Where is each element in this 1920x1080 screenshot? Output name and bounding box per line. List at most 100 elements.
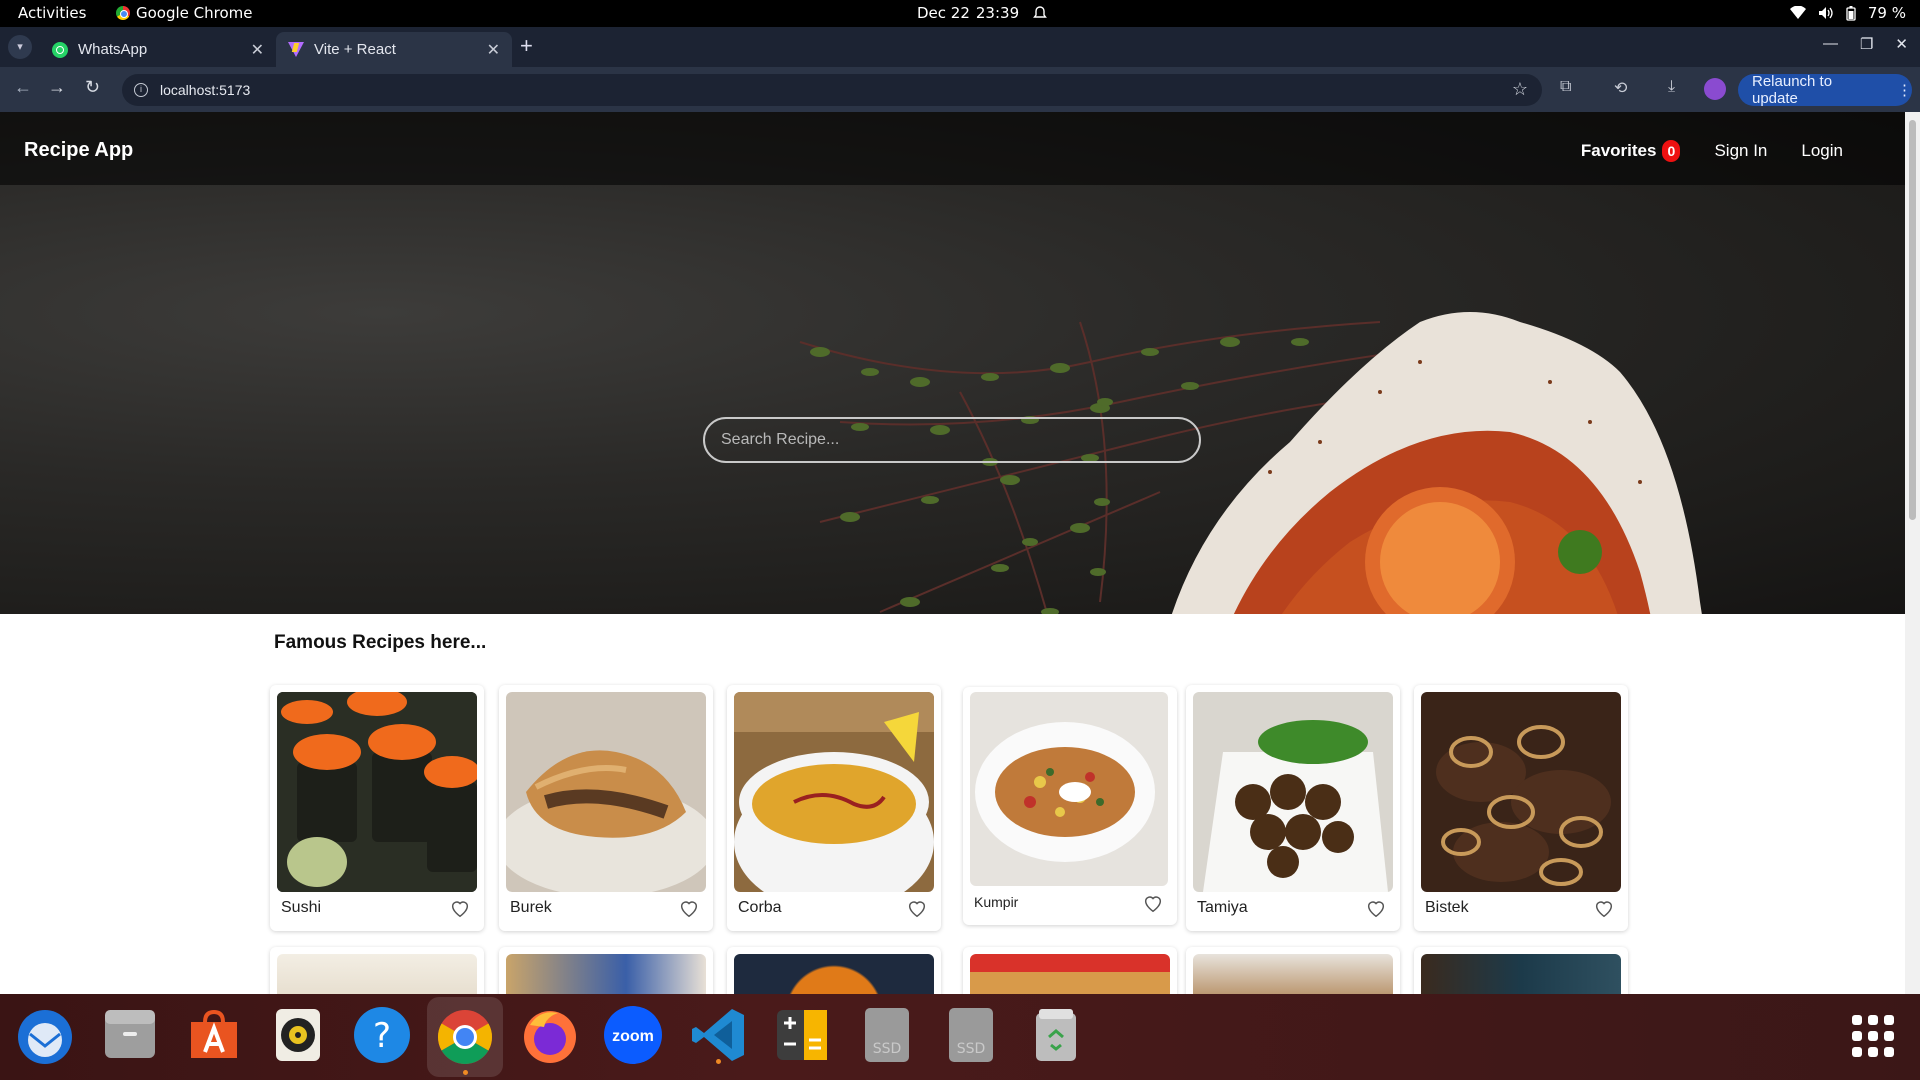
nav-links: Favorites 0 Sign In Login bbox=[1581, 140, 1843, 162]
trash-icon[interactable] bbox=[1025, 1004, 1087, 1066]
tab-strip: ▾ WhatsApp ✕ Vite + React ✕ + — ❐ ✕ bbox=[0, 27, 1920, 67]
back-icon[interactable]: ← bbox=[14, 77, 32, 98]
system-top-bar: Activities Google Chrome Dec 22 23:39 79… bbox=[0, 0, 1920, 27]
brand-logo[interactable]: Recipe App bbox=[24, 139, 133, 162]
tab-whatsapp[interactable]: WhatsApp ✕ bbox=[40, 32, 276, 67]
heart-icon[interactable] bbox=[449, 897, 471, 919]
recipe-card[interactable]: Burek bbox=[499, 685, 713, 931]
time-label: 23:39 bbox=[975, 4, 1020, 22]
calculator-icon[interactable] bbox=[771, 1004, 833, 1066]
zoom-icon[interactable]: zoom bbox=[602, 1004, 664, 1066]
dish-image bbox=[1171, 312, 1702, 614]
whatsapp-icon bbox=[52, 41, 68, 58]
bookmark-star-icon[interactable]: ☆ bbox=[1512, 79, 1528, 100]
hero-banner: Recipe App Favorites 0 Sign In Login bbox=[0, 112, 1905, 614]
zoom-label: zoom bbox=[612, 1028, 654, 1045]
page-scrollbar[interactable] bbox=[1905, 112, 1920, 994]
heart-icon[interactable] bbox=[906, 897, 928, 919]
chrome-icon bbox=[116, 6, 130, 20]
window-controls: — ❐ ✕ bbox=[1823, 35, 1908, 53]
relaunch-label: Relaunch to update bbox=[1752, 73, 1833, 107]
tab-title: WhatsApp bbox=[78, 41, 148, 58]
download-icon[interactable]: ⤓ bbox=[1668, 78, 1675, 96]
recipe-card[interactable] bbox=[1414, 947, 1628, 994]
recipe-image bbox=[1421, 954, 1621, 994]
recipe-card[interactable]: Bistek bbox=[1414, 685, 1628, 931]
close-tab-icon[interactable]: ✕ bbox=[251, 40, 264, 60]
favorites-count-badge: 0 bbox=[1662, 140, 1681, 162]
files-icon[interactable] bbox=[99, 1004, 161, 1066]
app-menu-label: Google Chrome bbox=[136, 4, 253, 22]
sign-in-link[interactable]: Sign In bbox=[1714, 141, 1767, 161]
app-center-icon[interactable] bbox=[183, 1004, 245, 1066]
heart-icon[interactable] bbox=[1142, 892, 1164, 914]
recipe-card[interactable]: Sushi bbox=[270, 685, 484, 931]
relaunch-button[interactable]: Relaunch to update ⋮ bbox=[1738, 73, 1912, 107]
history-icon[interactable]: ⟲ bbox=[1614, 78, 1627, 98]
tamiya-image bbox=[1193, 692, 1393, 892]
activities-button[interactable]: Activities bbox=[18, 4, 86, 22]
login-link[interactable]: Login bbox=[1801, 141, 1843, 161]
recipe-image bbox=[734, 954, 934, 994]
recipe-card[interactable] bbox=[727, 947, 941, 994]
help-icon[interactable]: ? bbox=[351, 1004, 413, 1066]
search-recipe-input[interactable] bbox=[703, 417, 1201, 463]
firefox-icon[interactable] bbox=[519, 1004, 581, 1066]
recipe-card[interactable] bbox=[499, 947, 713, 994]
close-tab-icon[interactable]: ✕ bbox=[487, 40, 500, 60]
show-apps-icon[interactable] bbox=[1852, 1015, 1894, 1057]
recipe-image bbox=[1193, 954, 1393, 994]
clock[interactable]: Dec 22 23:39 bbox=[917, 4, 1048, 22]
page-viewport: Recipe App Favorites 0 Sign In Login Fam… bbox=[0, 112, 1905, 994]
active-indicator bbox=[716, 1059, 721, 1064]
reload-icon[interactable]: ↻ bbox=[85, 77, 100, 98]
kumpir-image bbox=[970, 692, 1168, 886]
recipe-card[interactable]: Kumpir bbox=[963, 687, 1177, 925]
scrollbar-thumb[interactable] bbox=[1909, 120, 1916, 520]
ssd-drive-icon[interactable]: SSD bbox=[856, 1004, 918, 1066]
ssd-label: SSD bbox=[873, 1041, 902, 1057]
new-tab-button[interactable]: + bbox=[520, 35, 533, 57]
minimize-icon[interactable]: — bbox=[1823, 35, 1838, 53]
chrome-icon[interactable] bbox=[427, 997, 503, 1077]
sushi-image bbox=[277, 692, 477, 892]
recipe-card[interactable] bbox=[270, 947, 484, 994]
more-menu-icon[interactable]: ⋮ bbox=[1897, 81, 1912, 99]
extensions-icon[interactable]: ⧉ bbox=[1560, 78, 1571, 96]
heart-icon[interactable] bbox=[1365, 897, 1387, 919]
svg-text:?: ? bbox=[373, 1016, 391, 1056]
ssd-drive-icon[interactable]: SSD bbox=[940, 1004, 1002, 1066]
recipe-card[interactable]: Corba bbox=[727, 685, 941, 931]
volume-icon bbox=[1818, 7, 1833, 19]
heart-icon[interactable] bbox=[1593, 897, 1615, 919]
recipe-card[interactable] bbox=[963, 947, 1177, 994]
date-label: Dec 22 bbox=[917, 4, 970, 22]
recipe-name: Corba bbox=[738, 899, 782, 916]
favorites-link[interactable]: Favorites 0 bbox=[1581, 140, 1681, 162]
restore-icon[interactable]: ❐ bbox=[1860, 35, 1873, 53]
recipe-name: Sushi bbox=[281, 899, 322, 916]
site-info-icon[interactable]: i bbox=[134, 83, 148, 97]
heart-icon[interactable] bbox=[678, 897, 700, 919]
recipe-image bbox=[506, 954, 706, 994]
system-tray[interactable]: 79 % bbox=[1789, 4, 1906, 22]
app-menu[interactable]: Google Chrome bbox=[116, 4, 253, 22]
tab-vite-react[interactable]: Vite + React ✕ bbox=[276, 32, 512, 67]
recipe-card[interactable] bbox=[1186, 947, 1400, 994]
vite-icon bbox=[288, 42, 304, 57]
recipe-card[interactable]: Tamiya bbox=[1186, 685, 1400, 931]
section-title: Famous Recipes here... bbox=[274, 632, 487, 653]
rhythmbox-icon[interactable] bbox=[267, 1004, 329, 1066]
close-window-icon[interactable]: ✕ bbox=[1895, 35, 1908, 53]
browser-toolbar: ← → ↻ i localhost:5173 ☆ ⧉ ⟲ ⤓ Relaunch … bbox=[0, 67, 1920, 112]
dock: ? zoom SSD SSD bbox=[0, 994, 1920, 1080]
active-indicator bbox=[463, 1070, 468, 1075]
address-bar[interactable]: i localhost:5173 ☆ bbox=[122, 74, 1542, 106]
url-text: localhost:5173 bbox=[160, 82, 251, 98]
tab-search-button[interactable]: ▾ bbox=[8, 35, 32, 59]
profile-avatar-icon[interactable] bbox=[1704, 78, 1726, 100]
favorites-label: Favorites bbox=[1580, 141, 1657, 160]
forward-icon[interactable]: → bbox=[48, 77, 66, 98]
thunderbird-icon[interactable] bbox=[14, 1004, 76, 1066]
vscode-icon[interactable] bbox=[687, 1004, 749, 1066]
